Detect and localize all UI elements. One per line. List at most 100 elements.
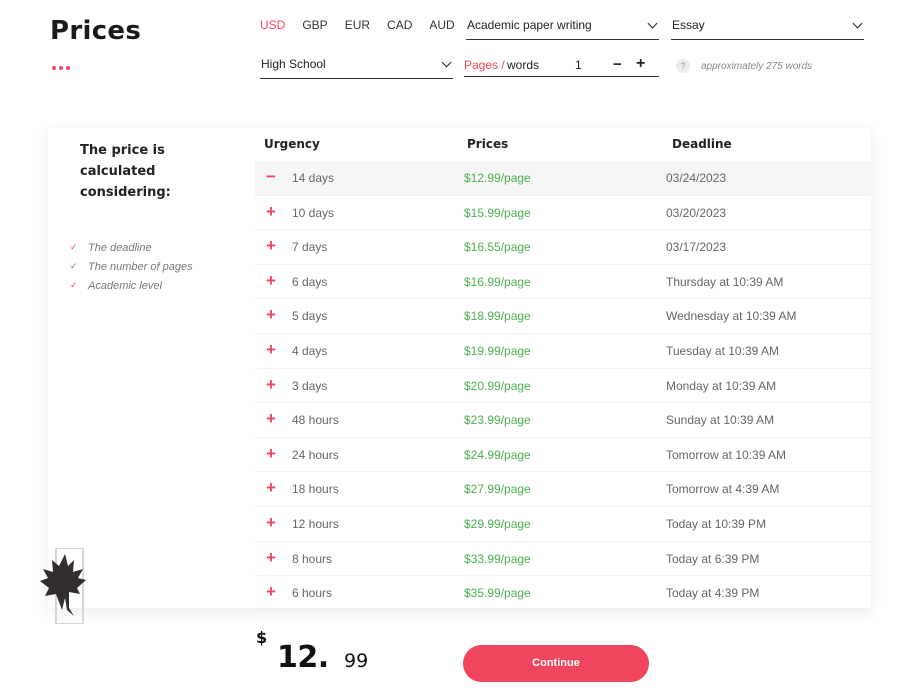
urgency-cell: 4 days [292, 343, 328, 358]
urgency-cell: 12 hours [292, 516, 339, 531]
price-cell: $20.99/page [464, 378, 531, 393]
price-cell: $16.55/page [464, 240, 531, 255]
words-toggle[interactable]: words [507, 58, 539, 72]
pages-toggle[interactable]: Pages / [464, 58, 505, 72]
plus-icon[interactable]: + [264, 444, 278, 463]
help-icon[interactable]: ? [676, 59, 690, 73]
pages-count-input[interactable]: 1 [575, 58, 582, 72]
academic-level-select[interactable]: High School [260, 57, 453, 79]
plus-icon[interactable]: + [264, 306, 278, 324]
urgency-cell: 14 days [292, 171, 335, 185]
deadline-cell: Tomorrow at 10:39 AM [666, 447, 787, 462]
table-row[interactable]: +18 hours $27.99/page Tomorrow at 4:39 AM [255, 472, 871, 507]
table-row[interactable]: +5 days $18.99/page Wednesday at 10:39 AM [255, 299, 871, 334]
paper-service-value: Academic paper writing [467, 18, 592, 32]
criteria-item: ✓ Academic level [70, 276, 193, 295]
plus-icon[interactable]: + [264, 271, 278, 290]
urgency-cell: 3 days [292, 378, 328, 393]
currency-eur[interactable]: EUR [345, 18, 370, 32]
table-row[interactable]: +48 hours $23.99/page Sunday at 10:39 AM [255, 403, 871, 438]
currency-aud[interactable]: AUD [429, 18, 454, 32]
page-title: Prices [50, 16, 142, 46]
criteria-list: ✓ The deadline ✓ The number of pages ✓ Academ… [70, 238, 193, 295]
pages-stepper: Pages / words 1 − + [464, 55, 659, 77]
criteria-item: ✓ The number of pages [70, 257, 193, 276]
deadline-cell: Today at 6:39 PM [666, 551, 760, 566]
table-row[interactable]: +6 hours $35.99/page Today at 4:39 PM [255, 576, 871, 611]
table-row[interactable]: −14 days $12.99/page 03/24/2023 [255, 161, 871, 196]
table-row[interactable]: +24 hours $24.99/page Tomorrow at 10:39 AM [255, 438, 871, 473]
paper-service-select[interactable]: Academic paper writing [466, 18, 659, 40]
deadline-cell: Today at 4:39 PM [666, 586, 760, 601]
academic-level-value: High School [261, 57, 326, 71]
price-cell: $24.99/page [464, 447, 531, 462]
currency-switcher: USD GBP EUR CAD AUD [260, 18, 455, 32]
check-icon: ✓ [70, 261, 78, 271]
urgency-cell: 24 hours [292, 447, 339, 462]
maple-leaf-icon [40, 548, 86, 624]
urgency-cell: 48 hours [292, 413, 339, 428]
plus-icon[interactable]: + [264, 237, 278, 255]
paper-type-value: Essay [672, 18, 705, 32]
header-deadline: Deadline [672, 137, 732, 151]
deadline-cell: 03/20/2023 [666, 205, 727, 220]
price-cell: $29.99/page [464, 516, 531, 531]
plus-icon[interactable]: + [264, 513, 278, 532]
header-urgency: Urgency [264, 137, 320, 151]
plus-icon[interactable]: + [264, 340, 278, 359]
table-row[interactable]: +10 days $15.99/page 03/20/2023 [255, 196, 871, 231]
table-row[interactable]: +6 days $16.99/page Thursday at 10:39 AM [255, 265, 871, 300]
plus-icon[interactable]: + [264, 479, 278, 497]
deadline-cell: 03/17/2023 [666, 240, 727, 255]
deadline-cell: Monday at 10:39 AM [666, 378, 777, 393]
price-cell: $33.99/page [464, 551, 531, 566]
minus-icon[interactable]: − [264, 168, 278, 186]
plus-icon[interactable]: + [264, 548, 278, 567]
table-row[interactable]: +8 hours $33.99/page Today at 6:39 PM [255, 542, 871, 577]
criteria-label: The deadline [88, 241, 152, 254]
price-table: −14 days $12.99/page 03/24/2023 +10 days $15… [255, 161, 871, 611]
continue-button[interactable]: Continue [463, 645, 649, 682]
urgency-cell: 10 days [292, 205, 335, 220]
urgency-cell: 18 hours [292, 482, 339, 497]
table-row[interactable]: +12 hours $29.99/page Today at 10:39 PM [255, 507, 871, 542]
sidebar-title: The price is calculated considering: [80, 143, 171, 200]
total-currency-symbol: $ [256, 628, 268, 647]
price-cell: $35.99/page [464, 586, 531, 601]
criteria-label: The number of pages [88, 260, 193, 273]
deadline-cell: Thursday at 10:39 AM [666, 274, 784, 289]
total-decimal: 99 [344, 650, 369, 672]
deadline-cell: Tomorrow at 4:39 AM [666, 482, 780, 497]
decrease-pages-button[interactable]: − [613, 56, 622, 73]
currency-cad[interactable]: CAD [387, 18, 412, 32]
currency-usd[interactable]: USD [260, 18, 285, 32]
table-row[interactable]: +4 days $19.99/page Tuesday at 10:39 AM [255, 334, 871, 369]
deadline-cell: Tuesday at 10:39 AM [666, 343, 779, 358]
table-row[interactable]: +7 days $16.55/page 03/17/2023 [255, 230, 871, 265]
price-cell: $16.99/page [464, 274, 531, 289]
deadline-cell: Today at 10:39 PM [666, 516, 767, 531]
plus-icon[interactable]: + [264, 410, 278, 428]
check-icon: ✓ [70, 242, 78, 252]
approx-words-text: approximately 275 words [701, 61, 813, 72]
paper-type-select[interactable]: Essay [671, 18, 864, 40]
price-cell: $18.99/page [464, 309, 531, 324]
deadline-cell: Sunday at 10:39 AM [666, 413, 775, 428]
price-cell: $15.99/page [464, 205, 531, 220]
deadline-cell: Wednesday at 10:39 AM [666, 309, 797, 324]
urgency-cell: 7 days [292, 240, 328, 255]
deadline-cell: 03/24/2023 [666, 171, 727, 185]
price-cell: $27.99/page [464, 482, 531, 497]
chevron-down-icon [647, 18, 658, 29]
increase-pages-button[interactable]: + [636, 55, 645, 73]
chevron-down-icon [852, 18, 863, 29]
plus-icon[interactable]: + [264, 583, 278, 601]
title-dots-decoration [52, 66, 70, 70]
currency-gbp[interactable]: GBP [302, 18, 327, 32]
table-row[interactable]: +3 days $20.99/page Monday at 10:39 AM [255, 369, 871, 404]
plus-icon[interactable]: + [264, 202, 278, 221]
urgency-cell: 8 hours [292, 551, 333, 566]
urgency-cell: 6 hours [292, 586, 333, 601]
plus-icon[interactable]: + [264, 375, 278, 394]
urgency-cell: 5 days [292, 309, 328, 324]
